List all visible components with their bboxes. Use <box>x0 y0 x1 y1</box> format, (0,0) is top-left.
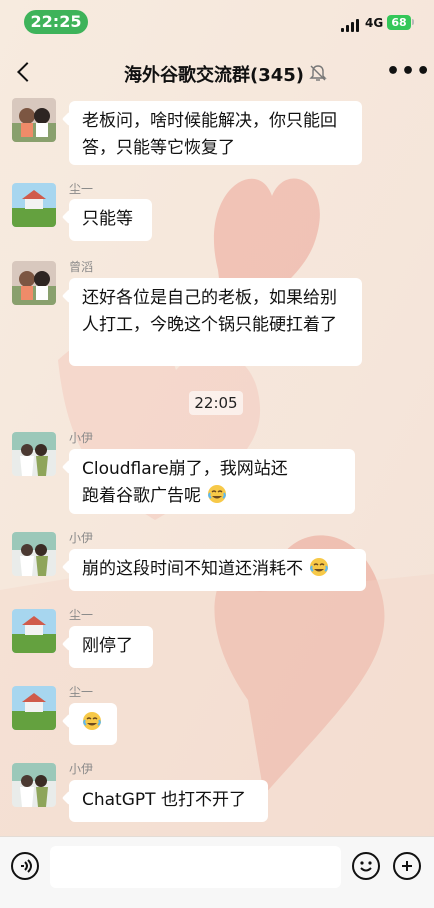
chevron-left-icon <box>17 62 37 82</box>
avatar[interactable] <box>12 686 56 730</box>
avatar[interactable] <box>12 261 56 305</box>
network-type: 4G <box>365 16 384 30</box>
laugh-cry-emoji-icon <box>83 712 101 730</box>
bell-slash-icon <box>309 65 327 81</box>
couple-photo-icon <box>12 98 56 142</box>
avatar[interactable] <box>12 763 56 807</box>
wedding-photo-icon <box>12 763 56 807</box>
laugh-cry-emoji-icon <box>208 485 227 503</box>
battery-level: 68 <box>391 16 407 29</box>
message-text: Cloudflare崩了，我网站还跑着谷歌广告呢 <box>82 459 288 506</box>
more-dots-icon[interactable]: ••• <box>386 61 430 84</box>
avatar[interactable] <box>12 432 56 476</box>
avatar[interactable] <box>12 532 56 576</box>
battery-cap <box>412 19 414 25</box>
voice-icon <box>21 859 32 873</box>
smile-icon <box>360 861 372 872</box>
avatar[interactable] <box>12 609 56 653</box>
message-bubble[interactable]: 刚停了 <box>69 626 153 668</box>
emoji-message-bubble[interactable] <box>69 703 117 745</box>
sender-name: 尘一 <box>69 608 94 622</box>
chat-header: 海外谷歌交流群(345) ••• <box>0 46 434 98</box>
emoji-button[interactable] <box>352 852 380 880</box>
landscape-photo-icon <box>12 686 56 730</box>
chat-title: 海外谷歌交流群(345) <box>124 65 305 86</box>
avatar[interactable] <box>12 98 56 142</box>
message-input-bar <box>0 836 434 908</box>
battery-icon: 68 <box>387 15 411 30</box>
wedding-photo-icon <box>12 532 56 576</box>
back-button[interactable] <box>12 58 38 86</box>
message-bubble[interactable]: ChatGPT 也打不开了 <box>69 780 268 822</box>
message-input[interactable] <box>50 846 341 888</box>
message-text: 崩的这段时间不知道还消耗不 <box>82 559 303 579</box>
chat-message-list: 老板问，啥时候能解决，你只能回答，只能等它恢复了 尘一 只能等 曾滔 还好各位是… <box>0 0 434 907</box>
message-bubble[interactable]: 老板问，啥时候能解决，你只能回答，只能等它恢复了 <box>69 101 362 165</box>
couple-photo-icon <box>12 261 56 305</box>
status-time: 22:25 <box>24 10 88 34</box>
time-separator: 22:05 <box>189 391 243 415</box>
landscape-photo-icon <box>12 609 56 653</box>
sender-name: 小伊 <box>69 531 94 545</box>
landscape-photo-icon <box>12 183 56 227</box>
message-bubble[interactable]: 崩的这段时间不知道还消耗不 <box>69 549 366 591</box>
sender-name: 小伊 <box>69 762 94 776</box>
status-bar: 22:25 4G 68 <box>0 0 434 46</box>
avatar[interactable] <box>12 183 56 227</box>
message-bubble[interactable]: 只能等 <box>69 199 152 241</box>
message-bubble[interactable]: 还好各位是自己的老板，如果给别人打工，今晚这个锅只能硬扛着了 <box>69 278 362 366</box>
sender-name: 小伊 <box>69 431 94 445</box>
sender-name: 曾滔 <box>69 260 94 274</box>
cellular-signal-icon <box>341 18 361 32</box>
sender-name: 尘一 <box>69 182 94 196</box>
wedding-photo-icon <box>12 432 56 476</box>
voice-button[interactable] <box>11 852 39 880</box>
message-bubble[interactable]: Cloudflare崩了，我网站还跑着谷歌广告呢 <box>69 449 355 514</box>
sender-name: 尘一 <box>69 685 94 699</box>
laugh-cry-emoji-icon <box>310 558 329 576</box>
plus-button[interactable] <box>393 852 421 880</box>
